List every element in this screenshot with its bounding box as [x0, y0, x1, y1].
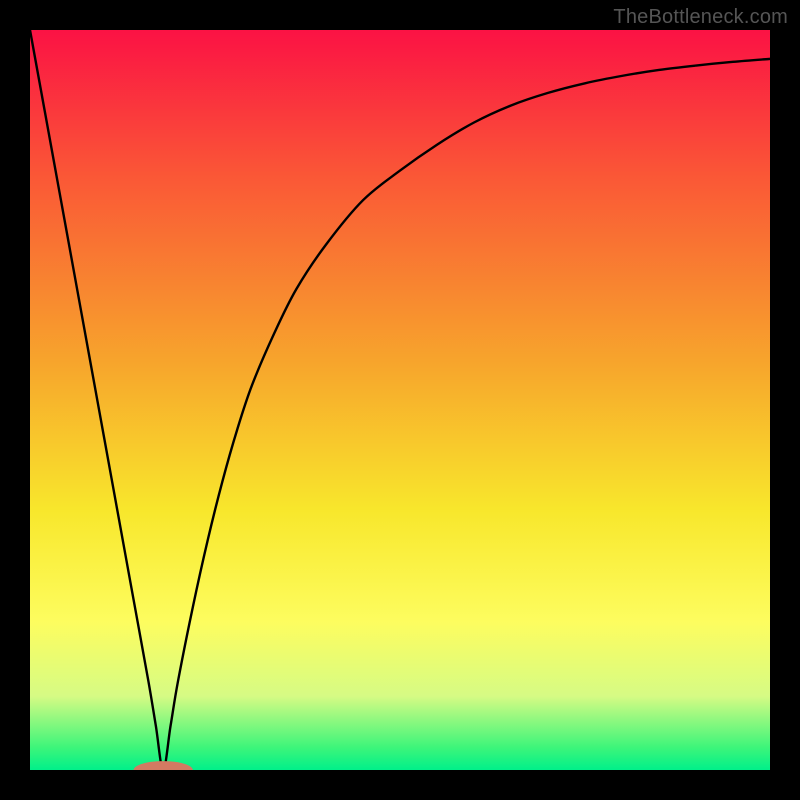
chart-frame: TheBottleneck.com [0, 0, 800, 800]
watermark-label: TheBottleneck.com [613, 6, 788, 29]
gradient-background [30, 30, 770, 770]
chart-svg [30, 30, 770, 770]
plot-area [30, 30, 770, 770]
